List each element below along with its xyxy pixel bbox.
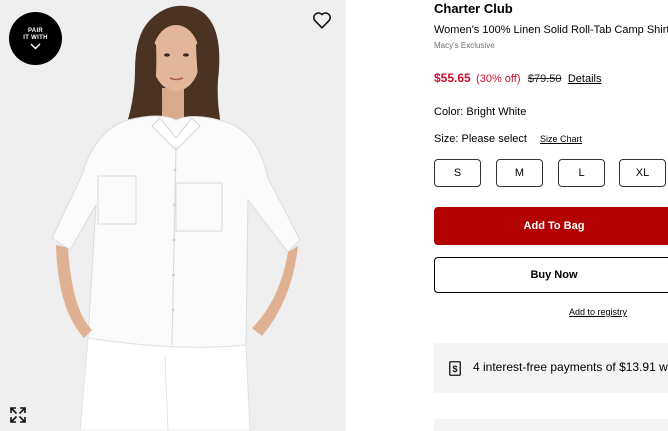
size-option-l[interactable]: L (558, 159, 605, 187)
add-to-bag-button[interactable]: Add To Bag (434, 207, 668, 245)
svg-text:$: $ (452, 364, 457, 374)
heart-outline-icon[interactable] (311, 9, 333, 31)
sale-price: $55.65 (434, 71, 471, 85)
pair-it-with-line2: IT WITH (23, 35, 48, 41)
size-option-xl[interactable]: XL (619, 159, 666, 187)
pair-it-with-button[interactable]: PAIR IT WITH (9, 12, 62, 65)
buy-now-button[interactable]: Buy Now (434, 257, 668, 293)
dollar-receipt-icon: $ (449, 361, 461, 376)
size-label: Size: Please select (434, 133, 527, 145)
original-price: $79.50 (527, 73, 562, 85)
financing-text: 4 interest-free payments of $13.91 w (473, 360, 668, 374)
size-chart-link[interactable]: Size Chart (540, 134, 582, 144)
pair-it-with-line1: PAIR (27, 28, 44, 34)
product-image[interactable]: PAIR IT WITH (0, 0, 346, 431)
price-row: $55.65 (30% off) $79.50 Details (434, 71, 601, 85)
discount-percent: (30% off) (476, 73, 521, 85)
chevron-down-icon (30, 43, 41, 50)
add-to-registry-link[interactable]: Add to registry (569, 307, 627, 317)
price-details-link[interactable]: Details (568, 73, 602, 85)
size-row: Size: Please select Size Chart (434, 133, 582, 145)
info-panel (434, 419, 668, 431)
model-photo (0, 0, 346, 431)
brand-link[interactable]: Charter Club (434, 1, 513, 16)
exclusive-label: Macy's Exclusive (434, 41, 495, 50)
product-title: Women's 100% Linen Solid Roll-Tab Camp S… (434, 24, 668, 36)
size-option-m[interactable]: M (496, 159, 543, 187)
size-option-s[interactable]: S (434, 159, 481, 187)
expand-arrows-icon[interactable] (9, 406, 27, 424)
financing-panel[interactable]: $ 4 interest-free payments of $13.91 w (434, 343, 668, 393)
color-label: Color: Bright White (434, 106, 527, 118)
